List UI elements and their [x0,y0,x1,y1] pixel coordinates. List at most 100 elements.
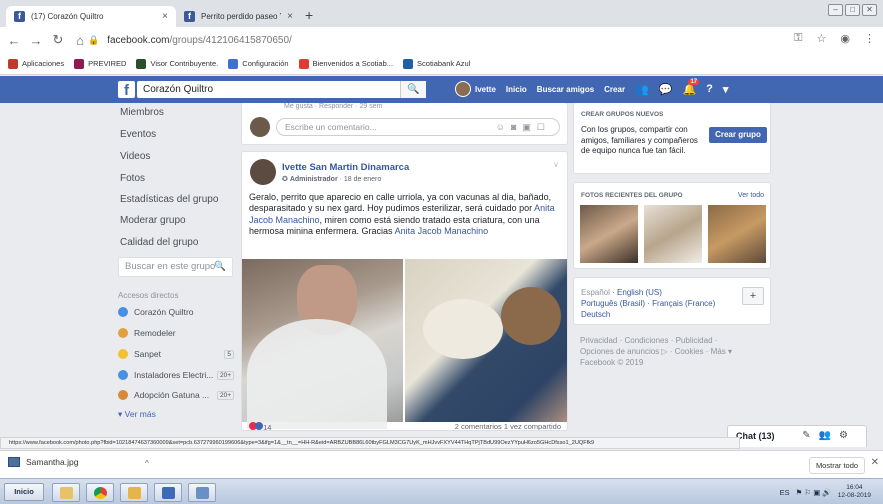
comment-input[interactable]: Escribe un comentario... ☺◙▣☐ [276,118,560,136]
browser-toolbar: ← → ↻ ⌂ 🔒 facebook.com /groups/412106415… [0,27,883,53]
avatar[interactable] [250,159,276,185]
bookmark-label: Aplicaciones [22,59,65,68]
group-search-input[interactable]: Buscar en este grupo 🔍 [118,257,233,277]
nav-calidad-grupo[interactable]: Calidad del grupo [120,237,198,248]
mention-link[interactable]: Anita Jacob Manachino [395,226,489,236]
messenger-icon[interactable]: 💬 [659,83,673,96]
group-photo-thumbnail[interactable] [644,205,702,263]
group-icon [118,307,128,317]
reactions[interactable]: 14 [249,422,271,430]
shortcut-item[interactable]: Sanpet 5 [118,349,234,359]
shortcut-item[interactable]: Remodeler [118,328,234,338]
facebook-logo[interactable]: f [118,81,135,99]
start-button[interactable]: Inicio [4,483,44,501]
language-row: Português (Brasil) · Français (France) [581,299,716,308]
taskbar-app-chrome[interactable] [86,483,114,502]
back-icon[interactable]: ← [6,33,22,48]
post-text-part: Geralo, perrito que aparecio en calle ur… [249,192,552,214]
nav-eventos[interactable]: Eventos [120,129,156,140]
forward-icon[interactable]: → [28,33,44,48]
bookmark-label: PREVIRED [88,59,127,68]
download-bar: Samantha.jpg ^ Mostrar todo ✕ [0,450,883,478]
key-icon[interactable]: ⚿ [794,32,802,45]
see-more-link[interactable]: ▾ Ver más [118,409,156,420]
lang-link[interactable]: Português (Brasil) [581,299,645,308]
search-icon[interactable]: 🔍 [400,81,426,98]
post-author[interactable]: Ivette San Martin Dinamarca [282,162,409,173]
nav-miembros[interactable]: Miembros [120,107,164,118]
bookmark-item[interactable]: Aplicaciones [8,58,65,69]
reload-icon[interactable]: ↻ [50,32,66,48]
comment-share-count[interactable]: 2 comentarios 1 vez compartido [455,422,561,430]
post-options-icon[interactable]: ∨ [553,160,559,169]
show-all-button[interactable]: Mostrar todo [809,457,865,474]
bookmark-item[interactable]: Scotiabank Azul [403,58,470,69]
group-photo-thumbnail[interactable] [580,205,638,263]
bookmark-item[interactable]: Bienvenidos a Scotiab... [298,58,393,69]
tray-icons[interactable]: ⚑ ⚐ ▣ 🔊 [796,488,832,497]
star-icon[interactable]: ☆ [817,32,827,45]
create-group-button[interactable]: Crear grupo [709,127,767,143]
taskbar: Inicio ES ⚑ ⚐ ▣ 🔊 16:04 12-08-2019 [0,478,883,504]
lang-link[interactable]: Français (France) [652,299,715,308]
system-tray: ES ⚑ ⚐ ▣ 🔊 16:04 12-08-2019 [780,484,871,500]
chat-bar[interactable]: Chat (13) ✎👥⚙ [727,425,867,447]
taskbar-app-word[interactable] [154,483,182,502]
close-tab-icon[interactable]: × [156,11,168,22]
footer-links[interactable]: Privacidad · Condiciones · Publicidad · [580,336,717,345]
language-indicator[interactable]: ES [780,488,790,497]
comment-attach-icons[interactable]: ☺◙▣☐ [496,119,551,135]
nav-videos[interactable]: Videos [120,151,150,162]
lang-link[interactable]: English (US) [617,288,662,297]
bookmarks-bar: Aplicaciones PREVIRED Visor Contribuyente.… [0,53,883,75]
home-icon[interactable]: ⌂ [72,33,88,48]
post-photo-person[interactable] [242,259,403,429]
taskbar-app-window[interactable] [188,483,216,502]
taskbar-app-folder[interactable] [52,483,80,502]
minimize-button[interactable]: – [828,4,843,16]
tab-corazon-quiltro[interactable]: f (17) Corazón Quiltro × [6,6,176,27]
avatar [250,117,270,137]
post-date[interactable]: 18 de enero [344,176,381,183]
nav-moderar-grupo[interactable]: Moderar grupo [120,215,186,226]
profile-link[interactable]: Ivette [455,81,496,97]
shortcut-item[interactable]: Instaladores Electri... 20+ [118,370,234,380]
shortcut-item[interactable]: Corazón Quiltro [118,307,234,317]
help-icon[interactable]: ? [706,83,713,95]
new-tab-button[interactable]: + [305,7,313,23]
account-menu-icon[interactable]: ▾ [723,83,729,96]
recent-photos-title: FOTOS RECIENTES DEL GRUPO [581,192,683,199]
bookmark-item[interactable]: Configuración [228,58,289,69]
nav-estadisticas[interactable]: Estadísticas del grupo [120,194,218,205]
nav-buscar-amigos[interactable]: Buscar amigos [537,85,594,94]
nav-fotos[interactable]: Fotos [120,173,145,184]
post-photo-dog-cat[interactable] [405,259,567,422]
facebook-search-input[interactable]: Corazón Quiltro [137,81,425,98]
download-item[interactable]: Samantha.jpg [8,457,78,467]
close-tab-icon[interactable]: × [281,11,293,22]
menu-icon[interactable]: ⋮ [864,32,875,45]
friend-requests-icon[interactable]: 👥 [635,83,649,96]
clock[interactable]: 16:04 12-08-2019 [838,484,871,500]
footer-links[interactable]: Opciones de anuncios ▷ · Cookies · Más ▾ [580,347,732,356]
close-window-button[interactable]: ✕ [862,4,877,16]
notifications-icon[interactable]: 🔔 17 [682,78,700,96]
tab-perrito-perdido[interactable]: f Perrito perdido paseo Yugoslavo - fr × [176,6,301,27]
taskbar-app-explorer[interactable] [120,483,148,502]
lang-link[interactable]: Deutsch [581,310,610,319]
chevron-up-icon[interactable]: ^ [145,459,149,468]
profile-icon[interactable]: ◉ [840,32,850,45]
bookmark-item[interactable]: Visor Contribuyente. [136,58,218,69]
add-language-button[interactable]: + [742,287,764,305]
address-bar[interactable]: 🔒 facebook.com /groups/412106415870650/ [88,29,814,51]
maximize-button[interactable]: □ [845,4,860,16]
see-all-photos-link[interactable]: Ver todo [738,192,764,199]
group-photo-thumbnail[interactable] [708,205,766,263]
comment-placeholder: Escribe un comentario... [285,122,377,132]
chat-options-icons[interactable]: ✎👥⚙ [802,430,856,441]
shortcut-item[interactable]: Adopción Gatuna ... 20+ [118,390,234,400]
nav-crear[interactable]: Crear [604,85,625,94]
close-icon[interactable]: ✕ [871,457,879,468]
nav-inicio[interactable]: Inicio [506,85,527,94]
bookmark-item[interactable]: PREVIRED [74,58,127,69]
